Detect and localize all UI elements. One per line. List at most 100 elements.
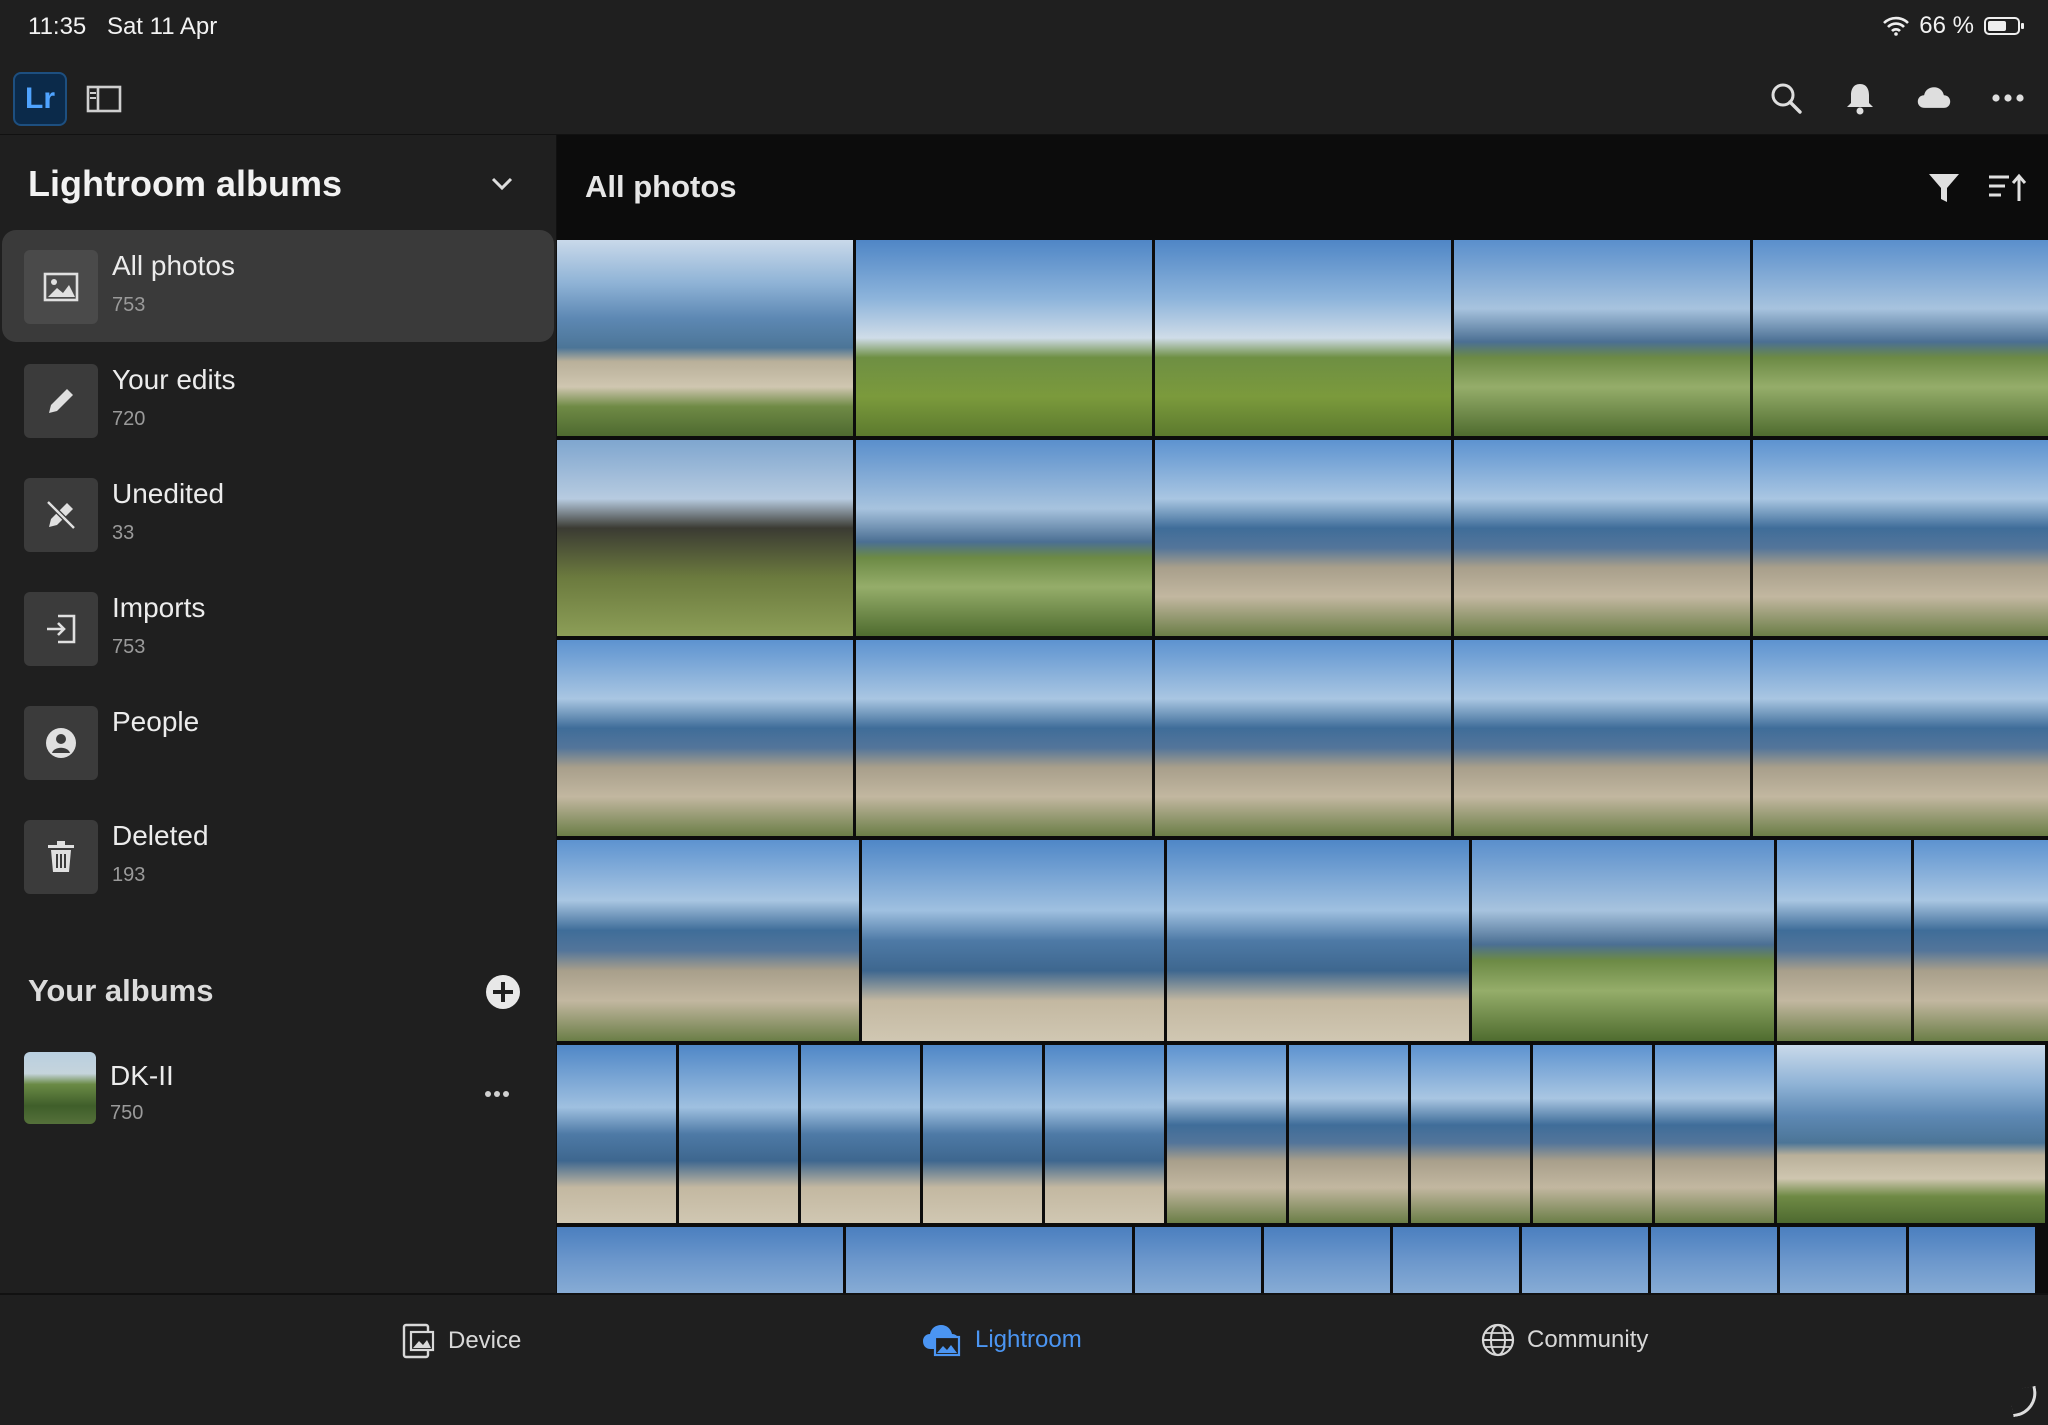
- chevron-down-icon[interactable]: [484, 169, 520, 199]
- status-bar: 11:35 Sat 11 Apr 66 %: [0, 0, 2048, 52]
- sidebar-list: All photos 753 Your edits 720 Unedited 3…: [0, 230, 556, 914]
- your-albums-header: Your albums: [28, 973, 214, 1008]
- sidebar-item-your-edits[interactable]: Your edits 720: [2, 344, 554, 456]
- photo-thumbnail[interactable]: [1777, 1045, 2045, 1223]
- photo-thumbnail[interactable]: [862, 840, 1164, 1041]
- photo-thumbnail[interactable]: [1909, 1227, 2035, 1293]
- more-icon: [485, 1091, 509, 1097]
- sidebar-item-unedited[interactable]: Unedited 33: [2, 458, 554, 570]
- photo-thumbnail[interactable]: [1289, 1045, 1408, 1223]
- tab-label: Device: [448, 1327, 522, 1354]
- resize-handle: [2008, 1385, 2041, 1418]
- photo-thumbnail[interactable]: [557, 640, 853, 836]
- trash-icon: [24, 820, 98, 894]
- photo-row: [557, 240, 2048, 436]
- photo-thumbnail[interactable]: [1135, 1227, 1261, 1293]
- photo-thumbnail[interactable]: [1472, 840, 1774, 1041]
- photo-thumbnail[interactable]: [1655, 1045, 1774, 1223]
- photo-thumbnail[interactable]: [1155, 240, 1451, 436]
- sidebar-item-label: Deleted: [112, 820, 209, 851]
- bell-icon: [1847, 84, 1873, 115]
- sidebar-toggle-icon[interactable]: [86, 85, 122, 113]
- photo-thumbnail[interactable]: [557, 840, 859, 1041]
- photo-thumbnail[interactable]: [1411, 1045, 1530, 1223]
- photo-thumbnail[interactable]: [1393, 1227, 1519, 1293]
- photo-thumbnail[interactable]: [557, 240, 853, 436]
- app-toolbar: Lr: [0, 52, 2048, 136]
- album-more-button[interactable]: [484, 1072, 510, 1106]
- album-count: 750: [110, 1102, 144, 1124]
- photo-thumbnail[interactable]: [856, 440, 1152, 636]
- sort-icon[interactable]: [1987, 171, 2027, 205]
- album-thumbnail: [24, 1052, 96, 1124]
- photo-thumbnail[interactable]: [557, 440, 853, 636]
- add-album-button[interactable]: [486, 975, 520, 1009]
- sidebar-item-all-photos[interactable]: All photos 753: [2, 230, 554, 342]
- photo-thumbnail[interactable]: [801, 1045, 920, 1223]
- more-icon: [1992, 94, 2024, 102]
- photo-thumbnail[interactable]: [679, 1045, 798, 1223]
- person-icon: [24, 706, 98, 780]
- import-icon: [24, 592, 98, 666]
- photo-thumbnail[interactable]: [1264, 1227, 1390, 1293]
- photo-icon: [24, 250, 98, 324]
- sidebar-item-count: 193: [112, 864, 146, 886]
- photo-thumbnail[interactable]: [1522, 1227, 1648, 1293]
- sidebar-item-label: All photos: [112, 250, 235, 281]
- photo-thumbnail[interactable]: [1454, 640, 1750, 836]
- cloud-icon: [1917, 87, 1951, 108]
- sidebar-item-count: 720: [112, 408, 146, 430]
- photo-row: [557, 1045, 2045, 1223]
- photo-thumbnail[interactable]: [557, 1227, 843, 1293]
- photo-thumbnail[interactable]: [1780, 1227, 1906, 1293]
- cloud-photo-icon: [923, 1325, 961, 1357]
- wifi-icon: [1883, 16, 1910, 36]
- photo-thumbnail[interactable]: [1155, 440, 1451, 636]
- more-options-button[interactable]: [1990, 80, 2026, 116]
- photo-thumbnail[interactable]: [846, 1227, 1132, 1293]
- search-button[interactable]: [1768, 80, 1804, 116]
- filter-icon[interactable]: [1927, 171, 1961, 205]
- sidebar-item-count: 33: [112, 522, 135, 544]
- photo-thumbnail[interactable]: [1167, 1045, 1286, 1223]
- sidebar-item-people[interactable]: People: [2, 686, 554, 798]
- photo-thumbnail[interactable]: [1753, 640, 2048, 836]
- photo-thumbnail[interactable]: [1045, 1045, 1164, 1223]
- photo-grid-panel: All photos: [557, 135, 2048, 1293]
- battery-icon: [1984, 17, 2024, 35]
- lightroom-logo[interactable]: Lr: [13, 72, 67, 126]
- device-icon: [402, 1323, 435, 1359]
- tab-device[interactable]: Device: [402, 1323, 521, 1359]
- battery-percent: 66 %: [1919, 12, 1974, 39]
- photo-thumbnail[interactable]: [1753, 440, 2048, 636]
- photo-thumbnail[interactable]: [1155, 640, 1451, 836]
- album-item-dk-ii[interactable]: DK-II 750: [0, 1052, 556, 1142]
- sidebar-item-count: 753: [112, 294, 146, 316]
- tab-label: Lightroom: [975, 1326, 1082, 1353]
- photo-thumbnail[interactable]: [1777, 840, 1911, 1041]
- photo-thumbnail[interactable]: [1454, 240, 1750, 436]
- photo-row: [557, 640, 2048, 836]
- sidebar-item-imports[interactable]: Imports 753: [2, 572, 554, 684]
- photo-thumbnail[interactable]: [1167, 840, 1469, 1041]
- tab-community[interactable]: Community: [1481, 1323, 1648, 1357]
- photo-thumbnail[interactable]: [1753, 240, 2048, 436]
- status-time: 11:35: [28, 13, 87, 40]
- sidebar-item-deleted[interactable]: Deleted 193: [2, 800, 554, 912]
- photo-row: [557, 1227, 2035, 1293]
- unedited-icon: [24, 478, 98, 552]
- photo-thumbnail[interactable]: [923, 1045, 1042, 1223]
- photo-thumbnail[interactable]: [557, 1045, 676, 1223]
- tab-lightroom[interactable]: Lightroom: [921, 1323, 1082, 1357]
- sidebar-item-count: 753: [112, 636, 146, 658]
- photo-thumbnail[interactable]: [1454, 440, 1750, 636]
- photo-thumbnail[interactable]: [1651, 1227, 1777, 1293]
- photo-thumbnail[interactable]: [856, 640, 1152, 836]
- photo-thumbnail[interactable]: [856, 240, 1152, 436]
- photo-thumbnail[interactable]: [1533, 1045, 1652, 1223]
- notifications-button[interactable]: [1842, 80, 1878, 116]
- cloud-sync-button[interactable]: [1916, 80, 1952, 116]
- sidebar-title: Lightroom albums: [28, 163, 342, 204]
- photo-thumbnail[interactable]: [1914, 840, 2048, 1041]
- photo-row: [557, 840, 2048, 1041]
